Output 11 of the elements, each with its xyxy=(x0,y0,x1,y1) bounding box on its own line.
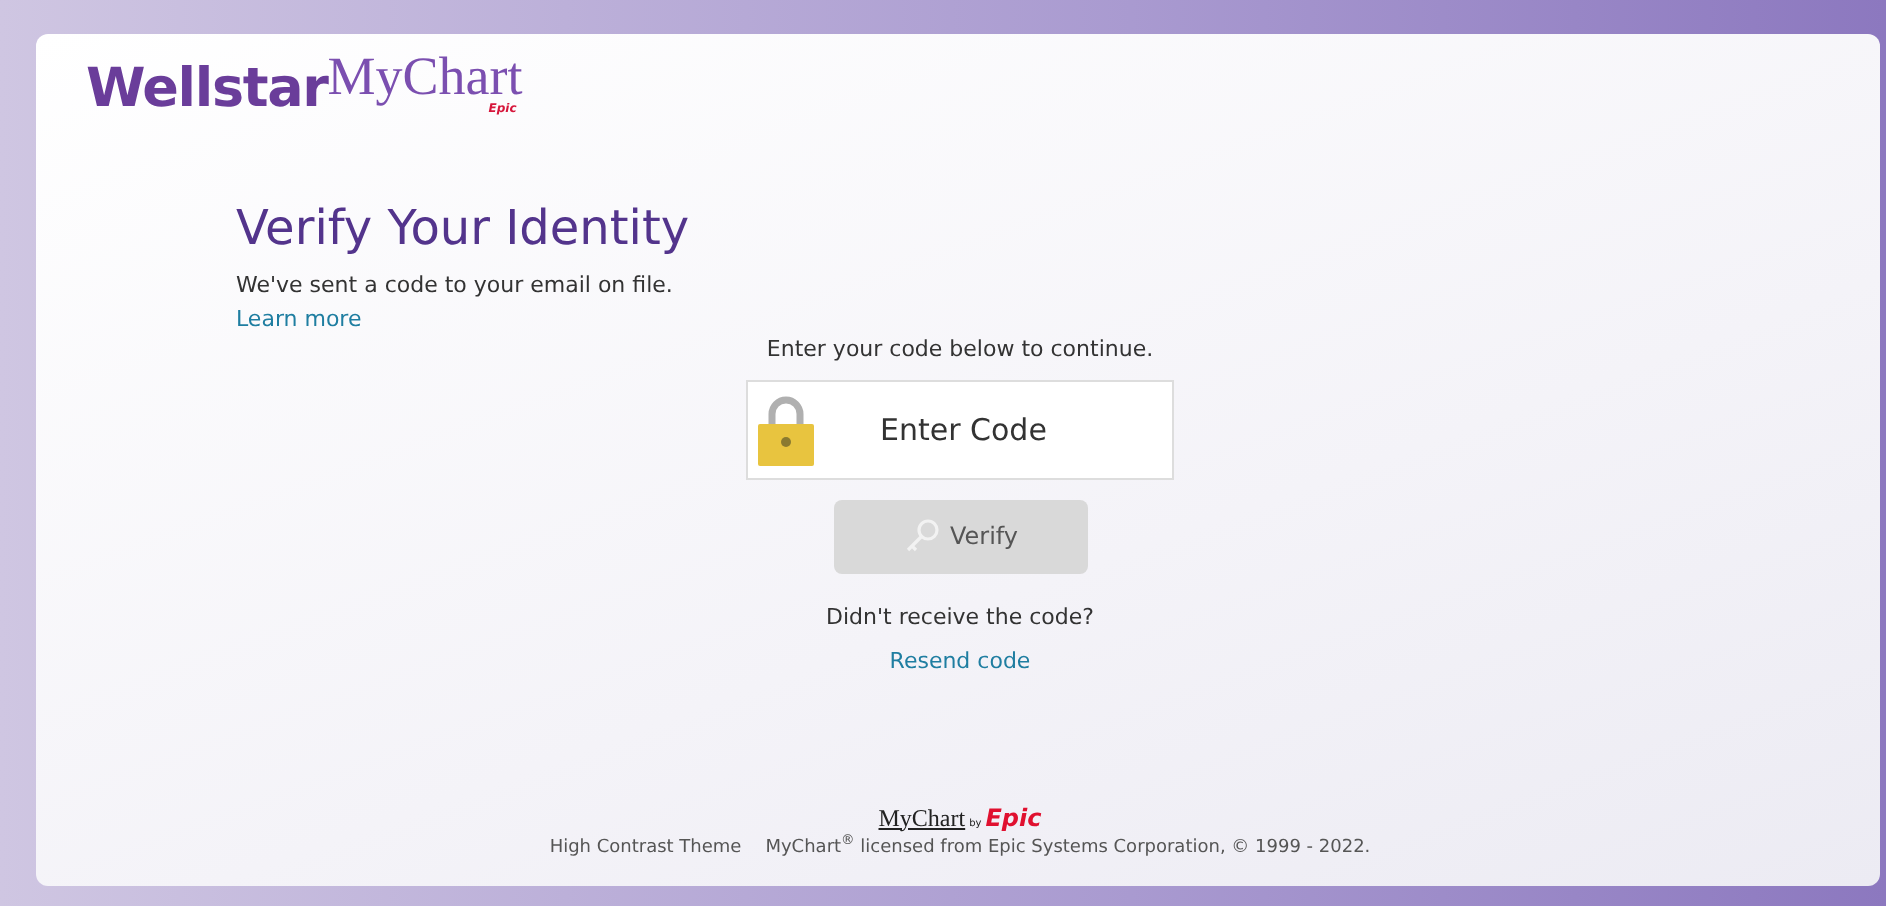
key-icon xyxy=(901,516,942,556)
resend-prompt: Didn't receive the code? xyxy=(826,601,1094,633)
learn-more-link[interactable]: Learn more xyxy=(236,303,362,336)
padlock-icon xyxy=(756,393,816,465)
instruction-text: Enter your code below to continue. xyxy=(766,334,1154,366)
message-text: We've sent a code to your email on file. xyxy=(236,270,675,302)
copyright-text: MyChart$^{®}$ licensed from Epic Systems Corporation, © 1999 - 2022. xyxy=(765,835,1371,861)
resend-code-link[interactable]: Resend code xyxy=(889,646,1031,679)
page-heading: Verify Your Identity xyxy=(236,198,692,258)
high-contrast-theme-link[interactable]: High Contrast Theme xyxy=(549,835,742,862)
code-field[interactable]: Enter Code xyxy=(746,379,1174,479)
